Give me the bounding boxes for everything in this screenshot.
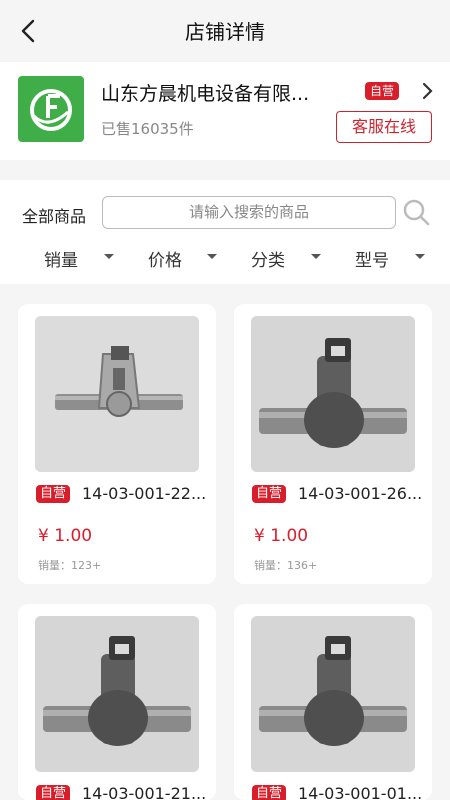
product-image[interactable] [35, 316, 199, 472]
filter-label: 分类 [251, 251, 285, 271]
self-operated-badge: 自营 [252, 785, 287, 800]
filter-label: 价格 [148, 251, 182, 271]
product-title: 14-03-001-01... [298, 784, 423, 800]
product-title: 14-03-001-21... [82, 784, 207, 800]
product-image[interactable] [251, 616, 415, 772]
search-filter-bar: 全部商品 请输入搜索的商品 销量 价格 分类 型号 [0, 180, 450, 284]
shaft-icon [251, 616, 415, 772]
sold-count: 已售16035件 [101, 120, 194, 138]
filter-sales[interactable]: 销量 [44, 246, 114, 271]
filter-model[interactable]: 型号 [355, 246, 425, 271]
product-image[interactable] [251, 316, 415, 472]
search-input[interactable]: 请输入搜索的商品 [102, 196, 396, 229]
caret-down-icon [207, 254, 217, 259]
chevron-right-icon[interactable] [420, 78, 436, 104]
self-operated-badge: 自营 [252, 485, 287, 503]
shaft-bracket-icon [35, 316, 199, 472]
filter-label: 型号 [355, 251, 389, 271]
caret-down-icon [104, 254, 114, 259]
product-title: 14-03-001-22... [82, 484, 207, 503]
all-products-label: 全部商品 [22, 207, 87, 226]
store-logo-icon [30, 89, 72, 131]
filter-category[interactable]: 分类 [251, 246, 321, 271]
caret-down-icon [311, 254, 321, 259]
product-card[interactable]: 自营 14-03-001-21... [18, 604, 216, 800]
store-logo [18, 76, 84, 142]
caret-down-icon [415, 254, 425, 259]
product-card[interactable]: 自营 14-03-001-01... [234, 604, 432, 800]
shaft-icon [35, 616, 199, 772]
product-sales: 销量：136+ [254, 559, 318, 572]
product-card[interactable]: 自营 14-03-001-26... ¥ 1.00 销量：136+ [234, 304, 432, 584]
product-price: ¥ 1.00 [254, 526, 309, 546]
shaft-icon [251, 316, 415, 472]
search-icon[interactable] [402, 198, 430, 226]
store-header: 山东方晨机电设备有限... 自营 已售16035件 客服在线 [0, 62, 450, 160]
self-operated-badge: 自营 [36, 785, 71, 800]
self-operated-badge: 自营 [365, 82, 400, 100]
customer-service-button[interactable]: 客服在线 [336, 111, 432, 143]
product-sales: 销量：123+ [38, 559, 102, 572]
product-price: ¥ 1.00 [38, 526, 93, 546]
self-operated-badge: 自营 [36, 485, 71, 503]
store-name: 山东方晨机电设备有限... [101, 83, 310, 105]
filter-label: 销量 [44, 251, 78, 271]
product-card[interactable]: 自营 14-03-001-22... ¥ 1.00 销量：123+ [18, 304, 216, 584]
product-title: 14-03-001-26... [298, 484, 423, 503]
filter-price[interactable]: 价格 [148, 246, 217, 271]
page-title: 店铺详情 [185, 20, 265, 44]
product-image[interactable] [35, 616, 199, 772]
top-nav: 店铺详情 [0, 0, 450, 62]
